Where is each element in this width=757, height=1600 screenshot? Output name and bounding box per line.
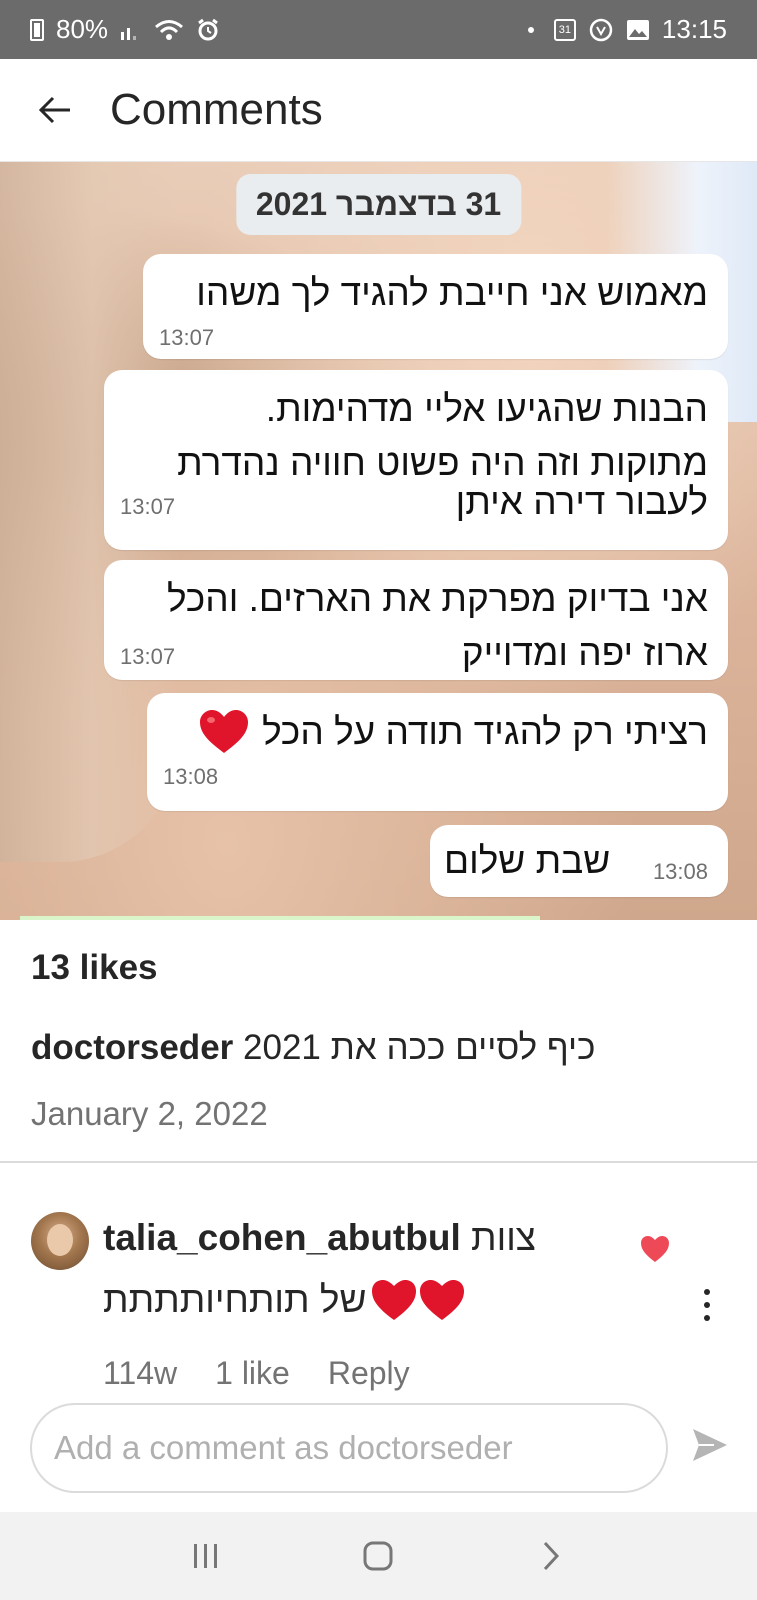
post-date: January 2, 2022 xyxy=(31,1095,268,1132)
home-button[interactable] xyxy=(348,1526,408,1586)
back-nav-button[interactable] xyxy=(521,1526,581,1586)
avatar[interactable] xyxy=(31,1212,89,1270)
recent-apps-button[interactable] xyxy=(176,1526,236,1586)
status-right: 31 13:15 xyxy=(527,14,727,45)
comment-age: 114w xyxy=(103,1355,178,1391)
dot-icon xyxy=(704,1289,710,1295)
whatsapp-icon xyxy=(588,17,614,43)
header: Comments xyxy=(0,59,757,162)
chat-message-time: 13:08 xyxy=(163,763,219,789)
chat-message-text: רציתי רק להגיד תודה על הכל xyxy=(262,711,708,752)
send-icon[interactable] xyxy=(690,1425,730,1465)
chat-bubble: הבנות שהגיעו אליי מדהימות. מתוקות וזה הי… xyxy=(104,370,728,550)
battery-percent: 80% xyxy=(56,14,109,44)
chat-message-row: רציתי רק להגיד תודה על הכל xyxy=(163,705,708,759)
comment-input[interactable] xyxy=(54,1429,644,1467)
battery-icon xyxy=(30,18,44,41)
dot-icon xyxy=(527,26,534,33)
reply-button[interactable]: Reply xyxy=(328,1355,410,1392)
liked-heart-icon[interactable] xyxy=(640,1235,670,1263)
home-icon xyxy=(363,1541,393,1571)
chat-bubble: רציתי רק להגיד תודה על הכל 13:08 xyxy=(147,693,728,811)
chat-bubble-edge xyxy=(20,916,540,920)
chat-message-text: שבת שלום xyxy=(444,840,611,882)
post-image[interactable]: 31 בדצמבר 2021 מאמוש אני חייבת להגיד לך … xyxy=(0,162,757,920)
back-nav-icon xyxy=(543,1541,559,1571)
caption-text: כיף לסיים ככה את 2021 xyxy=(243,1028,596,1067)
comment-likes[interactable]: 1 like xyxy=(215,1355,290,1392)
dot-icon xyxy=(704,1315,710,1321)
add-comment-box xyxy=(30,1403,668,1493)
dot-icon xyxy=(704,1302,710,1308)
recent-apps-icon xyxy=(194,1544,218,1568)
chat-message-text: הבנות שהגיעו אליי מדהימות. xyxy=(265,388,708,429)
comment-text-line: talia_cohen_abutbul צוות xyxy=(103,1217,536,1259)
more-options-button[interactable] xyxy=(692,1285,722,1325)
clock: 13:15 xyxy=(661,14,727,44)
chat-message-time: 13:08 xyxy=(652,859,708,885)
status-bar: 80% 31 13:15 xyxy=(0,0,757,59)
page-title: Comments xyxy=(110,85,323,134)
comment-text: צוות xyxy=(471,1217,536,1258)
system-nav-bar xyxy=(0,1512,757,1600)
alarm-icon xyxy=(196,18,220,42)
comment-meta: 114w 1 like Reply xyxy=(103,1355,410,1392)
wifi-icon xyxy=(154,19,184,41)
chat-bubble: שבת שלום 13:08 xyxy=(430,825,728,897)
status-left: 80% xyxy=(30,14,220,45)
comment-username[interactable]: talia_cohen_abutbul xyxy=(103,1217,461,1258)
chat-bubble: אני בדיוק מפרקת את הארזים. והכל ארוז יפה… xyxy=(104,560,728,680)
back-button[interactable] xyxy=(0,59,110,162)
chat-message-text: אני בדיוק מפרקת את הארזים. והכל xyxy=(167,578,708,619)
chat-date-chip: 31 בדצמבר 2021 xyxy=(235,174,522,235)
calendar-icon: 31 xyxy=(553,18,576,41)
divider xyxy=(0,1161,757,1163)
signal-icon xyxy=(120,20,142,40)
comment-text-line: של תותחיותתתת xyxy=(103,1278,466,1322)
chat-bubble: מאמוש אני חייבת להגיד לך משהו 13:07 xyxy=(143,254,728,359)
chat-message-time: 13:07 xyxy=(159,324,215,350)
post-caption: doctorseder כיף לסיים ככה את 2021 xyxy=(31,1028,595,1068)
chat-message-text: מאמוש אני חייבת להגיד לך משהו xyxy=(196,272,708,313)
comment-text: של תותחיותתתת xyxy=(103,1279,367,1320)
gallery-icon xyxy=(626,19,650,41)
two-red-hearts-icon xyxy=(372,1280,465,1320)
red-heart-icon xyxy=(200,709,249,753)
caption-username[interactable]: doctorseder xyxy=(31,1028,233,1067)
likes-count[interactable]: 13 likes xyxy=(31,948,158,988)
arrow-left-icon xyxy=(38,96,70,124)
